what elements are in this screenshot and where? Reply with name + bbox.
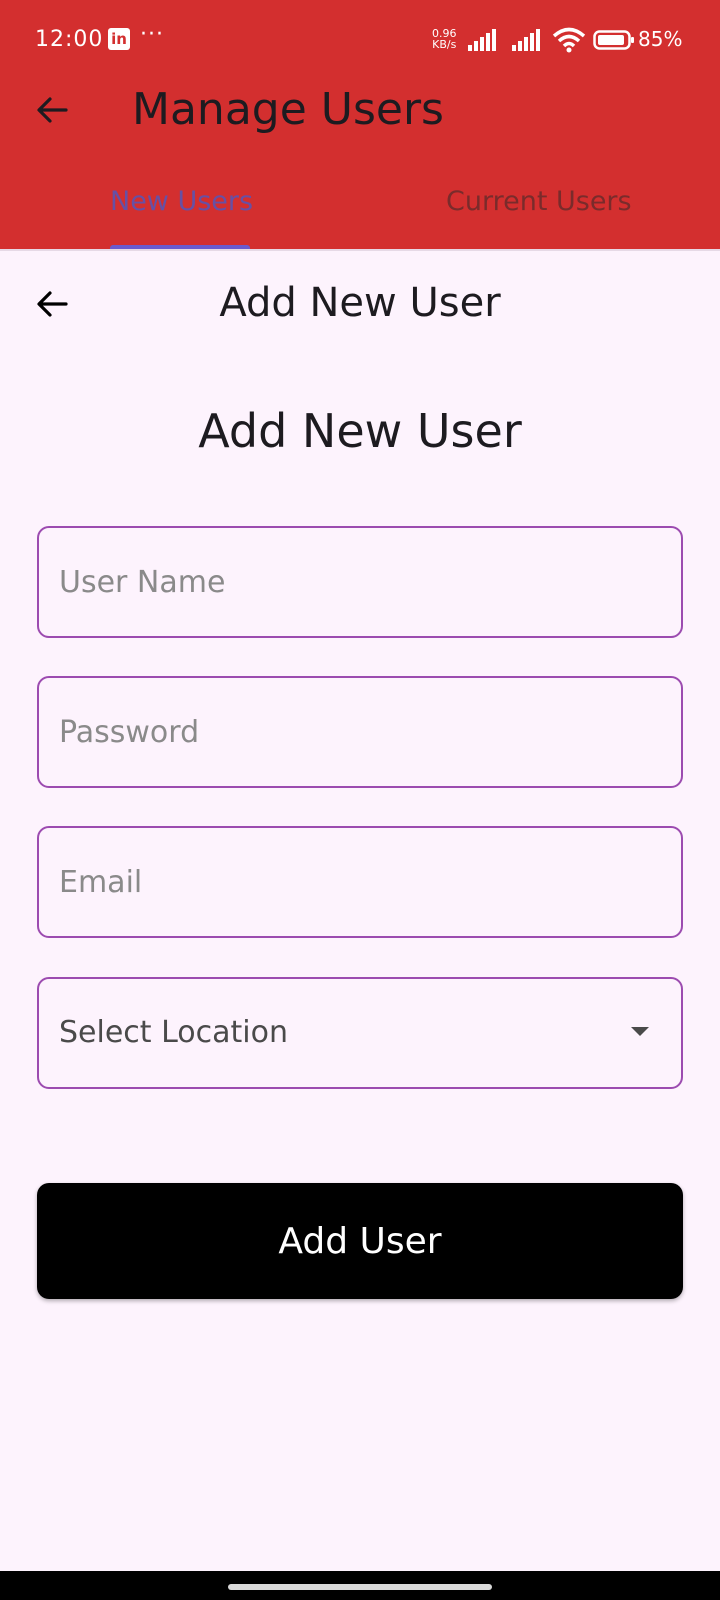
app-bar: 12:00 in ··· 0.96 KB/s 85% Manage Users … [0, 0, 720, 250]
status-time: 12:00 [35, 27, 104, 52]
battery-percentage: 85% [638, 27, 683, 51]
email-input[interactable] [59, 828, 659, 936]
email-field [37, 826, 683, 938]
more-notifications-icon: ··· [140, 22, 164, 47]
form-title: Add New User [198, 404, 522, 458]
tab-current-users[interactable]: Current Users [446, 186, 632, 217]
back-arrow-icon[interactable] [34, 92, 70, 128]
location-select-label: Select Location [59, 1015, 288, 1050]
username-field [37, 526, 683, 638]
network-speed: 0.96 KB/s [432, 28, 457, 50]
password-input[interactable] [59, 678, 659, 786]
page-title: Add New User [219, 280, 501, 326]
password-field [37, 676, 683, 788]
system-nav-bar [0, 1571, 720, 1600]
network-speed-unit: KB/s [432, 38, 457, 51]
battery-icon [593, 30, 634, 50]
gesture-handle[interactable] [228, 1584, 492, 1590]
username-input[interactable] [59, 528, 659, 636]
signal-icon [468, 29, 496, 51]
add-user-button[interactable]: Add User [37, 1183, 683, 1299]
app-bar-title: Manage Users [132, 84, 444, 135]
caret-down-icon [631, 1027, 649, 1036]
wifi-icon [552, 27, 586, 53]
status-bar: 12:00 in ··· 0.96 KB/s 85% [0, 0, 720, 84]
app-bar-divider [0, 249, 720, 251]
location-dropdown[interactable]: Select Location [37, 977, 683, 1089]
linkedin-icon: in [108, 28, 130, 50]
tab-new-users[interactable]: New Users [110, 186, 253, 217]
signal-icon-sim2 [512, 29, 540, 51]
